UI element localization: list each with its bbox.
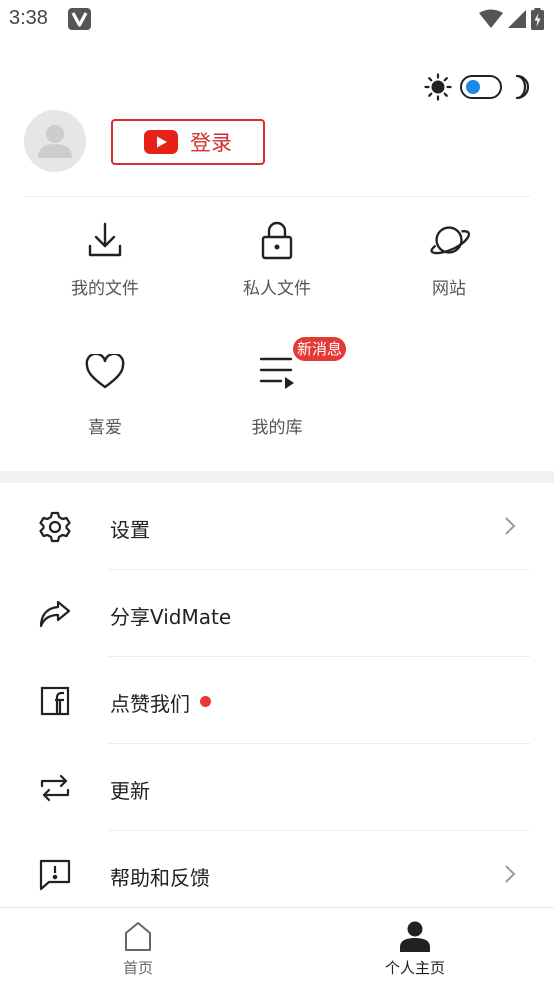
menu-label: 分享VidMate <box>110 605 232 629</box>
theme-toggle[interactable] <box>460 75 502 99</box>
gear-icon <box>36 508 74 546</box>
menu-label: 更新 <box>110 779 150 803</box>
menu-item-like-us[interactable]: 点赞我们 <box>0 657 554 744</box>
grid-label: 我的库 <box>251 418 303 438</box>
playlist-icon <box>255 350 299 394</box>
v-app-icon <box>68 8 91 30</box>
chevron-right-icon <box>505 865 516 883</box>
planet-icon <box>427 218 471 262</box>
grid-item-websites[interactable]: 网站 <box>374 218 524 299</box>
moon-icon[interactable] <box>510 74 532 100</box>
grid-label: 我的文件 <box>71 279 139 299</box>
toggle-knob <box>466 80 480 94</box>
youtube-icon <box>144 130 178 154</box>
lock-icon <box>255 218 299 262</box>
menu-item-update[interactable]: 更新 <box>0 744 554 831</box>
battery-charging-icon <box>531 8 544 30</box>
menu-label: 设置 <box>110 518 150 542</box>
section-divider <box>0 471 554 483</box>
grid-item-my-files[interactable]: 我的文件 <box>30 218 180 299</box>
status-icons <box>479 8 544 30</box>
avatar-placeholder-icon <box>38 125 72 158</box>
menu-label: 点赞我们 <box>110 688 211 717</box>
theme-switcher <box>424 70 532 104</box>
status-time: 3:38 <box>9 7 48 29</box>
bottom-navigation: 首页 个人主页 <box>0 907 554 986</box>
status-bar: 3:38 <box>0 0 554 40</box>
menu-item-share[interactable]: 分享VidMate <box>0 570 554 657</box>
login-label: 登录 <box>190 131 232 155</box>
download-icon <box>83 218 127 262</box>
menu-label-text: 点赞我们 <box>110 692 190 716</box>
heart-icon <box>83 350 127 394</box>
repeat-icon <box>36 769 74 807</box>
menu-label: 帮助和反馈 <box>110 866 210 890</box>
grid-item-my-library[interactable]: 我的库 <box>202 350 352 438</box>
notification-dot <box>200 696 211 707</box>
divider <box>24 196 530 197</box>
nav-label: 个人主页 <box>384 959 445 977</box>
grid-label: 喜爱 <box>88 418 122 438</box>
home-icon <box>125 922 151 951</box>
share-icon <box>36 595 74 633</box>
nav-item-profile[interactable]: 个人主页 <box>355 920 475 978</box>
facebook-icon <box>36 682 74 720</box>
wifi-icon <box>479 9 503 28</box>
nav-item-home[interactable]: 首页 <box>78 920 198 978</box>
menu-item-help-feedback[interactable]: 帮助和反馈 <box>0 831 554 918</box>
chevron-right-icon <box>505 517 516 535</box>
signal-icon <box>508 10 526 28</box>
grid-item-private-files[interactable]: 私人文件 <box>202 218 352 299</box>
person-icon <box>400 921 430 952</box>
avatar[interactable] <box>24 110 86 172</box>
grid-label: 网站 <box>432 279 466 299</box>
grid-item-favorites[interactable]: 喜爱 <box>30 350 180 438</box>
new-message-badge: 新消息 <box>293 337 347 361</box>
menu-item-settings[interactable]: 设置 <box>0 483 554 570</box>
login-button[interactable]: 登录 <box>111 119 265 165</box>
sun-icon[interactable] <box>424 73 452 101</box>
feedback-icon <box>36 856 74 894</box>
nav-label: 首页 <box>122 959 153 977</box>
grid-label: 私人文件 <box>243 279 311 299</box>
